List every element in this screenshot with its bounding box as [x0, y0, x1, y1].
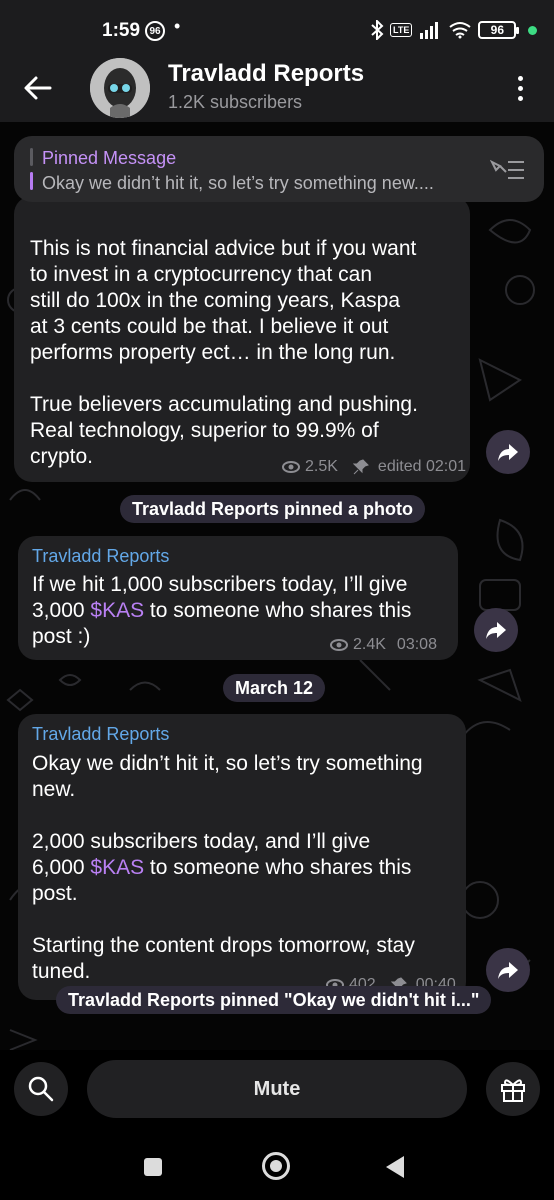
message-bubble-1[interactable]: This is not financial advice but if you …: [14, 196, 470, 482]
service-message-pinned-photo: Travladd Reports pinned a photo: [120, 495, 426, 523]
message-line: True believers accumulating and pushing.: [30, 393, 418, 416]
message-line: 2,000 subscribers today, and I’ll give: [32, 830, 371, 853]
gift-button[interactable]: [486, 1062, 540, 1116]
pin-icon: [352, 459, 369, 475]
message-line: to invest in a cryptocurrency that can: [30, 263, 372, 286]
pinned-preview: Okay we didn’t hit it, so let’s try some…: [42, 173, 434, 193]
message-line: new.: [32, 778, 76, 801]
pinned-label: Pinned Message: [42, 148, 177, 168]
notification-dot: •: [174, 16, 181, 36]
search-button[interactable]: [14, 1062, 68, 1116]
search-icon: [28, 1076, 54, 1102]
view-count: 2.5K: [305, 458, 338, 475]
message-line: Real technology, superior to 99.9% of: [30, 419, 379, 442]
pinned-list-icon[interactable]: [490, 158, 526, 182]
edited-time: edited 02:01: [377, 458, 466, 475]
message-line: to someone who shares this: [144, 599, 412, 622]
share-button-3[interactable]: [486, 948, 530, 992]
bluetooth-icon: [371, 20, 384, 40]
message-line: Starting the content drops tomorrow, sta…: [32, 934, 415, 957]
view-count: 2.4K: [353, 636, 386, 653]
share-button-2[interactable]: [474, 608, 518, 652]
message-meta: 2.5K edited 02:01: [282, 458, 466, 476]
kas-link[interactable]: $KAS: [90, 856, 144, 879]
date-separator: March 12: [223, 674, 326, 702]
mute-button[interactable]: Mute: [87, 1060, 467, 1118]
message-line: performs property ect… in the long run.: [30, 341, 396, 364]
more-options-icon[interactable]: [508, 70, 532, 106]
views-eye-icon: [282, 461, 300, 473]
date-text: March 12: [235, 677, 314, 698]
sender-name[interactable]: Travladd Reports: [32, 546, 169, 567]
back-arrow-icon[interactable]: [22, 72, 54, 104]
message-text: This is not financial advice but if you …: [30, 236, 460, 470]
lte-icon: LTE: [390, 23, 413, 37]
signal-icon: [420, 22, 439, 39]
pinned-message-bar[interactable]: Pinned Message Okay we didn’t hit it, so…: [14, 136, 544, 202]
subscriber-count: 1.2K subscribers: [168, 92, 303, 112]
notification-badge: 96: [145, 21, 165, 41]
message-line: Okay we didn’t hit it, so let’s try some…: [32, 752, 423, 775]
message-line: to someone who shares this: [144, 856, 412, 879]
share-button-1[interactable]: [486, 430, 530, 474]
recents-nav-button[interactable]: [144, 1158, 162, 1176]
robot-avatar-icon: [90, 58, 150, 118]
forward-arrow-icon: [498, 962, 518, 979]
message-line: post.: [32, 882, 78, 905]
message-time: 03:08: [396, 636, 437, 653]
gift-icon: [501, 1079, 525, 1102]
message-line: If we hit 1,000 subscribers today, I’ll …: [32, 573, 408, 596]
message-line: at 3 cents could be that. I believe it o…: [30, 315, 389, 338]
message-line: tuned.: [32, 960, 91, 983]
forward-arrow-icon: [486, 622, 506, 639]
status-time: 1:59: [102, 20, 141, 41]
message-bubble-2[interactable]: Travladd Reports If we hit 1,000 subscri…: [18, 536, 458, 660]
message-meta: 2.4K 03:08: [330, 636, 437, 654]
channel-avatar[interactable]: [90, 58, 150, 118]
kas-link[interactable]: $KAS: [90, 599, 144, 622]
service-message-pinned-text: Travladd Reports pinned "Okay we didn't …: [56, 986, 492, 1014]
home-nav-button[interactable]: [262, 1152, 290, 1180]
wifi-icon: [449, 22, 471, 39]
message-line: crypto.: [30, 445, 94, 468]
message-line: This is not financial advice but if you …: [30, 237, 417, 260]
chat-header: Travladd Reports 1.2K subscribers: [0, 56, 554, 122]
message-text: Okay we didn’t hit it, so let’s try some…: [32, 751, 462, 985]
message-line: 6,000: [32, 856, 91, 879]
message-line: post :): [32, 625, 91, 648]
sender-name[interactable]: Travladd Reports: [32, 724, 169, 745]
views-eye-icon: [330, 639, 348, 651]
service-text: Travladd Reports pinned a photo: [132, 498, 414, 519]
status-icons: LTE 96: [370, 20, 538, 40]
pinned-indicator: [30, 148, 33, 190]
message-bubble-3[interactable]: Travladd Reports Okay we didn’t hit it, …: [18, 714, 466, 1000]
status-bar: 1:59 96 • LTE 96: [0, 0, 554, 56]
channel-title[interactable]: Travladd Reports: [168, 60, 364, 88]
message-line: still do 100x in the coming years, Kaspa: [30, 289, 401, 312]
battery-icon: 96: [478, 21, 520, 39]
charging-dot: [528, 25, 538, 35]
service-text: Travladd Reports pinned "Okay we didn't …: [68, 989, 480, 1010]
forward-arrow-icon: [498, 444, 518, 461]
message-line: 3,000: [32, 599, 91, 622]
back-nav-button[interactable]: [386, 1156, 404, 1178]
